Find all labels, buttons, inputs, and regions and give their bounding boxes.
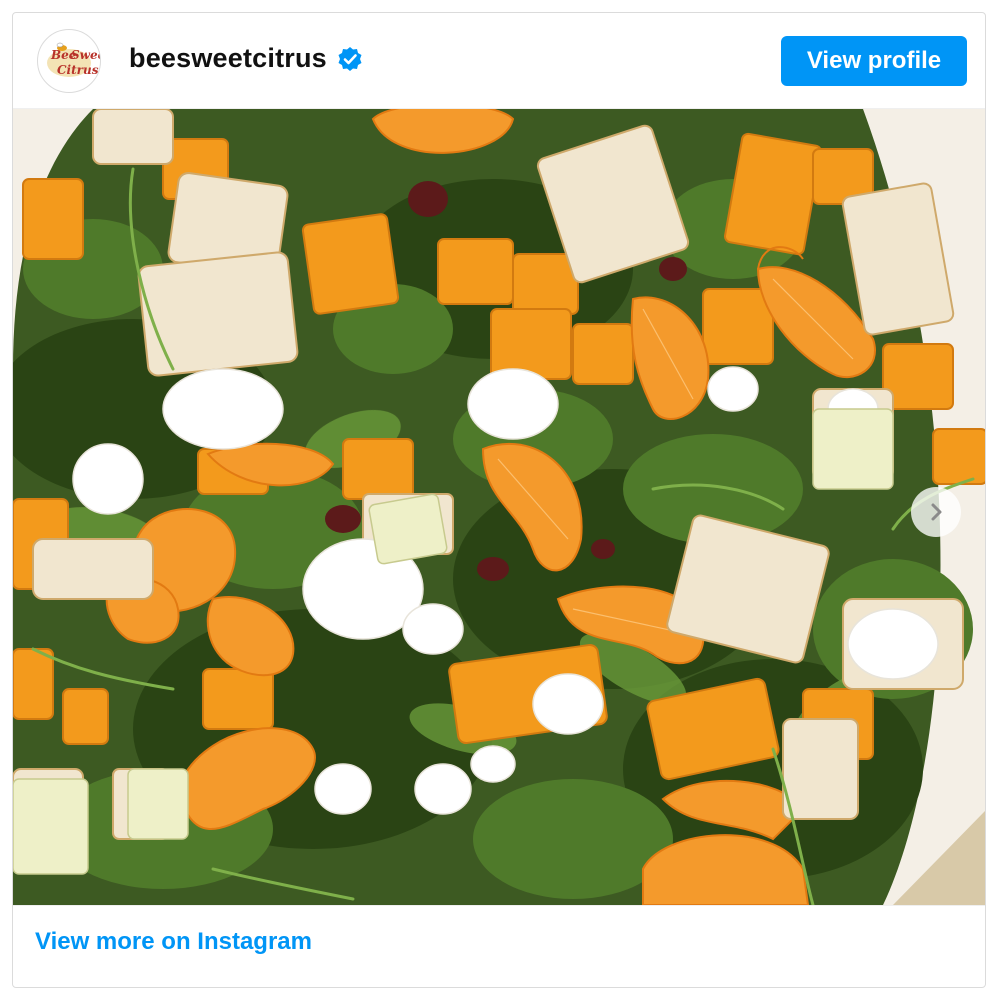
profile-avatar[interactable]: Bee Sweet Citrus [37,29,101,93]
view-more-on-instagram-link[interactable]: View more on Instagram [35,928,312,956]
chevron-right-icon [931,503,942,521]
svg-text:Sweet: Sweet [71,48,100,62]
username-block: beesweetcitrus [129,43,363,74]
salad-photo [13,109,985,905]
view-profile-button[interactable]: View profile [781,36,967,86]
svg-text:Citrus: Citrus [57,63,99,77]
bee-sweet-citrus-logo-icon: Bee Sweet Citrus [39,31,100,91]
username[interactable]: beesweetcitrus [129,43,327,74]
embed-header: Bee Sweet Citrus beesweetcitrus View pro… [13,13,985,109]
instagram-embed: Bee Sweet Citrus beesweetcitrus View pro… [12,12,986,988]
embed-footer: View more on Instagram [13,905,985,987]
verified-badge-icon [337,46,363,72]
next-image-button[interactable] [911,487,961,537]
post-image[interactable] [13,109,985,905]
